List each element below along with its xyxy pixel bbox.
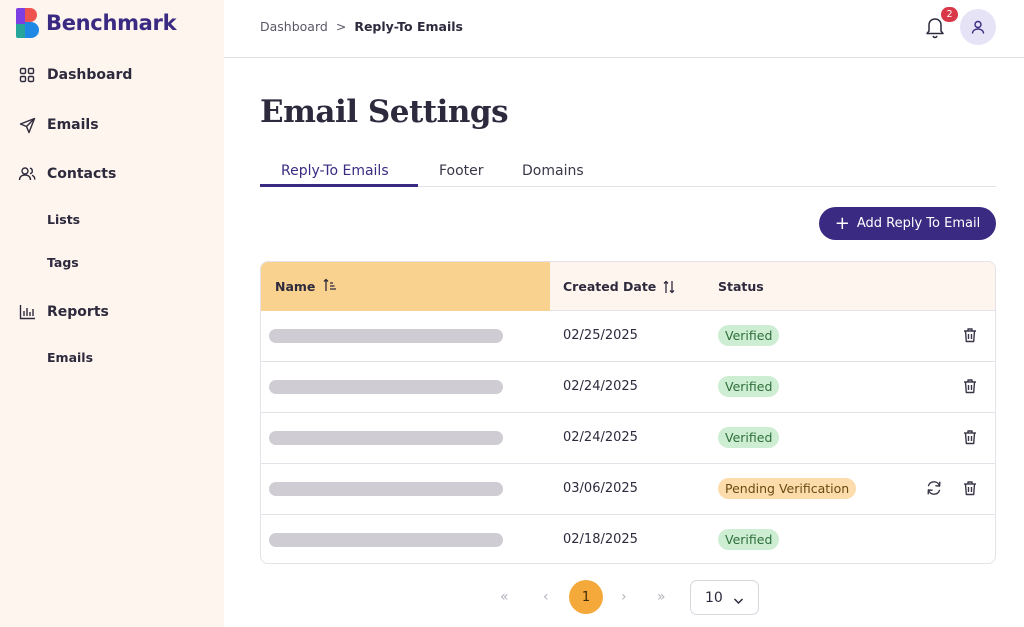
add-button-label: Add Reply To Email bbox=[856, 216, 981, 231]
sidebar-item-label: Reports bbox=[47, 304, 109, 320]
created-date-cell: 03/06/2025 bbox=[563, 481, 638, 496]
user-icon bbox=[971, 20, 985, 34]
created-date-cell: 02/18/2025 bbox=[563, 532, 638, 547]
page-size-select[interactable]: 10 bbox=[690, 580, 759, 615]
redacted-email-name bbox=[269, 482, 503, 496]
status-badge: Verified bbox=[718, 325, 780, 346]
next-page-button[interactable]: › bbox=[621, 589, 627, 605]
status-badge: Verified bbox=[718, 376, 780, 397]
status-badge: Pending Verification bbox=[718, 478, 857, 499]
sidebar-subitem-report-emails[interactable]: Emails bbox=[47, 350, 93, 365]
resend-verification-button[interactable] bbox=[925, 479, 943, 497]
trash-icon bbox=[964, 328, 976, 343]
refresh-icon bbox=[927, 481, 941, 495]
created-date-cell: 02/25/2025 bbox=[563, 328, 638, 343]
created-date-cell: 02/24/2025 bbox=[563, 430, 638, 445]
redacted-email-name bbox=[269, 431, 503, 445]
notification-count-badge: 2 bbox=[941, 7, 958, 22]
trash-icon bbox=[964, 430, 976, 445]
breadcrumb: Dashboard > Reply-To Emails bbox=[260, 19, 463, 34]
send-icon bbox=[18, 116, 36, 134]
table-row: 02/24/2025 Verified bbox=[261, 362, 995, 413]
sidebar-item-dashboard[interactable]: Dashboard bbox=[18, 66, 132, 84]
brand-logo[interactable]: Benchmark bbox=[16, 8, 177, 38]
sidebar-item-label: Dashboard bbox=[47, 67, 133, 83]
user-avatar-button[interactable] bbox=[960, 9, 996, 45]
top-header: Dashboard > Reply-To Emails 2 bbox=[224, 0, 1024, 58]
table-row: 02/18/2025 Verified bbox=[261, 515, 995, 563]
trash-icon bbox=[964, 481, 976, 496]
page-title: Email Settings bbox=[260, 94, 509, 130]
plus-icon: + bbox=[834, 212, 850, 234]
table-row: 03/06/2025 Pending Verification bbox=[261, 464, 995, 515]
users-icon bbox=[18, 165, 36, 183]
app-root: Benchmark Dashboard Emails Contacts List… bbox=[0, 0, 1024, 627]
column-header-status: Status bbox=[718, 279, 764, 294]
created-date-cell: 02/24/2025 bbox=[563, 379, 638, 394]
table-header: Name Created Date Status bbox=[261, 262, 995, 311]
sort-ascending-icon bbox=[323, 278, 337, 295]
delete-button[interactable] bbox=[961, 479, 979, 497]
page-size-value: 10 bbox=[705, 589, 723, 606]
table-row: 02/25/2025 Verified bbox=[261, 311, 995, 362]
sidebar-item-emails[interactable]: Emails bbox=[18, 116, 99, 134]
sidebar-item-contacts[interactable]: Contacts bbox=[18, 165, 116, 183]
bar-chart-icon bbox=[18, 303, 36, 321]
tab-reply-to-emails[interactable]: Reply-To Emails bbox=[281, 163, 389, 179]
previous-page-button[interactable]: ‹ bbox=[543, 589, 549, 605]
chevron-down-icon bbox=[733, 593, 744, 609]
table-row: 02/24/2025 Verified bbox=[261, 413, 995, 464]
breadcrumb-current: Reply-To Emails bbox=[354, 19, 463, 34]
sidebar-item-label: Contacts bbox=[47, 166, 117, 182]
status-badge: Verified bbox=[718, 427, 780, 448]
column-header-created-date[interactable]: Created Date bbox=[563, 262, 676, 311]
brand-name: Benchmark bbox=[46, 11, 177, 35]
benchmark-logo-icon bbox=[16, 8, 40, 38]
trash-icon bbox=[964, 379, 976, 394]
add-reply-to-email-button[interactable]: + Add Reply To Email bbox=[819, 207, 996, 240]
delete-button[interactable] bbox=[961, 428, 979, 446]
last-page-button[interactable]: » bbox=[657, 589, 666, 605]
sidebar: Benchmark Dashboard Emails Contacts List… bbox=[0, 0, 224, 627]
column-header-name[interactable]: Name bbox=[261, 262, 550, 311]
redacted-email-name bbox=[269, 533, 503, 547]
redacted-email-name bbox=[269, 329, 503, 343]
delete-button[interactable] bbox=[961, 326, 979, 344]
sidebar-item-reports[interactable]: Reports bbox=[18, 303, 109, 321]
sidebar-subitem-lists[interactable]: Lists bbox=[47, 212, 80, 227]
sidebar-subitem-tags[interactable]: Tags bbox=[47, 255, 79, 270]
reply-to-emails-table: Name Created Date Status 02/25/2025 Veri… bbox=[260, 261, 996, 564]
grid-icon bbox=[18, 66, 36, 84]
sort-both-icon bbox=[662, 280, 676, 294]
breadcrumb-separator: > bbox=[335, 19, 347, 34]
tab-footer[interactable]: Footer bbox=[439, 163, 484, 179]
breadcrumb-dashboard-link[interactable]: Dashboard bbox=[260, 19, 328, 34]
sidebar-item-label: Emails bbox=[47, 117, 99, 133]
settings-tabs: Reply-To Emails Footer Domains bbox=[260, 161, 996, 187]
status-badge: Verified bbox=[718, 529, 780, 550]
tab-domains[interactable]: Domains bbox=[522, 163, 584, 179]
delete-button[interactable] bbox=[961, 377, 979, 395]
current-page-button[interactable]: 1 bbox=[569, 580, 603, 614]
active-tab-indicator bbox=[260, 184, 418, 187]
redacted-email-name bbox=[269, 380, 503, 394]
first-page-button[interactable]: « bbox=[500, 589, 509, 605]
